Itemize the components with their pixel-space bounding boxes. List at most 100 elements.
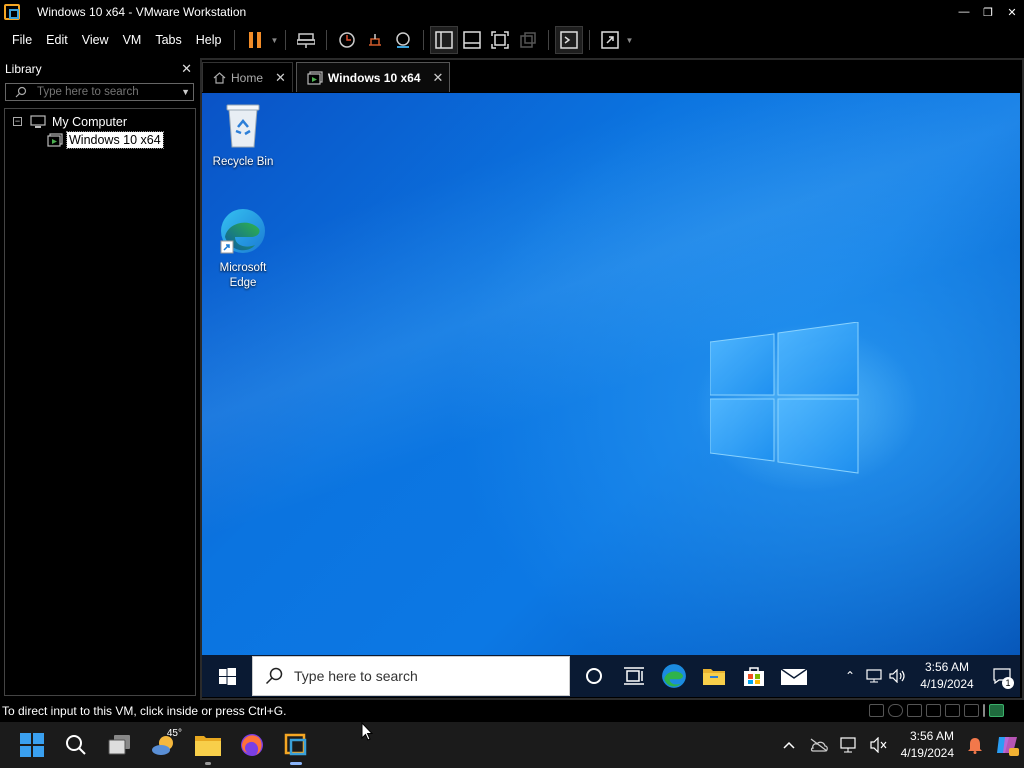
unity-button[interactable]	[514, 26, 542, 54]
revert-snapshot-button[interactable]	[361, 26, 389, 54]
full-screen-button[interactable]	[486, 26, 514, 54]
close-tab-icon[interactable]: ✕	[433, 70, 444, 86]
vm-icon	[307, 70, 323, 85]
host-firefox-button[interactable]	[230, 722, 274, 768]
guest-clock[interactable]: 3:56 AM 4/19/2024	[916, 659, 978, 693]
menu-view[interactable]: View	[75, 24, 116, 56]
collapse-icon[interactable]: −	[13, 117, 22, 126]
tab-windows-10-x64[interactable]: Windows 10 x64 ✕	[295, 62, 451, 92]
menu-help[interactable]: Help	[189, 24, 229, 56]
host-clock[interactable]: 3:56 AM 4/19/2024	[894, 728, 954, 762]
guest-start-button[interactable]	[202, 655, 252, 697]
menu-tabs[interactable]: Tabs	[148, 24, 188, 56]
stretch-dropdown-caret[interactable]: ▼	[624, 26, 634, 54]
guest-search-box[interactable]: Type here to search	[252, 656, 570, 696]
unity-icon	[520, 32, 537, 48]
tree-item-label: Windows 10 x64	[66, 130, 164, 149]
host-time: 3:56 AM	[909, 729, 954, 743]
taskbar-store-button[interactable]	[734, 655, 774, 697]
weather-widget-button[interactable]: 45°	[142, 722, 186, 768]
volume-icon[interactable]	[886, 655, 910, 697]
window-controls: — ❐ ✕	[952, 0, 1024, 24]
mouse-cursor-icon	[361, 722, 373, 741]
full-screen-icon	[491, 31, 510, 49]
show-hidden-icons-chevron-icon[interactable]: ⌃	[838, 655, 862, 697]
snapshot-button[interactable]	[333, 26, 361, 54]
toolbar-divider	[234, 30, 236, 50]
copilot-icon	[997, 737, 1019, 756]
taskbar-mail-button[interactable]	[774, 655, 814, 697]
vmware-app-icon	[4, 4, 20, 20]
close-tab-icon[interactable]: ✕	[275, 70, 286, 86]
desktop-icon-recycle-bin[interactable]: Recycle Bin	[208, 101, 278, 170]
show-library-button[interactable]	[430, 26, 459, 54]
taskbar-edge-button[interactable]	[654, 655, 694, 697]
recycle-bin-icon	[226, 104, 260, 148]
menu-edit[interactable]: Edit	[39, 24, 75, 56]
thumbnail-bar-button[interactable]	[458, 26, 486, 54]
menu-file[interactable]: File	[0, 24, 39, 56]
message-log-icon[interactable]	[989, 704, 1004, 717]
console-view-button[interactable]	[555, 26, 584, 54]
guest-desktop[interactable]: Recycle Bin Microsoft Edge	[202, 93, 1020, 655]
weather-temperature: 45°	[166, 728, 182, 739]
maximize-button[interactable]: ❐	[976, 0, 1000, 24]
speaker-icon	[889, 669, 905, 683]
thumbnail-bar-icon	[463, 31, 482, 49]
folder-icon	[703, 669, 725, 685]
menu-vm[interactable]: VM	[116, 24, 149, 56]
minimize-button[interactable]: —	[952, 0, 976, 24]
power-dropdown-caret[interactable]: ▼	[269, 26, 279, 54]
pause-button[interactable]	[241, 26, 269, 54]
guest-taskbar: Type here to search ⌃ 3:56 AM 4/19/2024 …	[202, 655, 1020, 697]
sound-card-icon[interactable]	[964, 704, 979, 717]
send-ctrl-alt-del-button[interactable]	[292, 26, 320, 54]
store-bag-icon	[744, 667, 764, 686]
stretch-guest-button[interactable]	[596, 26, 624, 54]
host-start-button[interactable]	[10, 722, 54, 768]
tab-home[interactable]: Home ✕	[202, 62, 293, 92]
library-search-input[interactable]	[37, 86, 177, 98]
host-vmware-button[interactable]	[274, 722, 318, 768]
search-dropdown-icon[interactable]: ▼	[181, 87, 190, 97]
usb-icon[interactable]	[945, 704, 960, 717]
snapshot-manager-button[interactable]	[389, 26, 417, 54]
task-view-button[interactable]	[614, 655, 654, 697]
toolbar-divider	[285, 30, 287, 50]
onedrive-icon[interactable]	[804, 722, 834, 768]
host-date: 4/19/2024	[900, 746, 954, 760]
toolbar-divider	[548, 30, 550, 50]
host-notifications-button[interactable]	[960, 722, 990, 768]
tree-item-my-computer[interactable]: − My Computer	[13, 113, 129, 130]
desktop-icon-microsoft-edge[interactable]: Microsoft Edge	[208, 207, 278, 291]
task-view-icon	[624, 667, 644, 685]
windows-logo-wallpaper	[710, 322, 859, 474]
host-network-icon[interactable]	[834, 722, 864, 768]
hard-disk-icon[interactable]	[869, 704, 884, 717]
show-hidden-icons-chevron-icon[interactable]	[774, 722, 804, 768]
host-volume-icon[interactable]	[864, 722, 894, 768]
floppy-icon[interactable]	[907, 704, 922, 717]
tab-label: Windows 10 x64	[327, 70, 421, 85]
device-status-icons	[869, 704, 1004, 717]
host-task-view-button[interactable]	[98, 722, 142, 768]
cortana-button[interactable]	[574, 655, 614, 697]
copilot-button[interactable]	[990, 722, 1024, 768]
network-adapter-icon[interactable]	[926, 704, 941, 717]
library-close-icon[interactable]: ✕	[181, 61, 192, 77]
library-search-box[interactable]: ▼	[5, 83, 194, 101]
host-file-explorer-button[interactable]	[186, 722, 230, 768]
tree-item-windows-10-x64[interactable]: Windows 10 x64	[47, 130, 164, 149]
library-header: Library ✕	[0, 58, 198, 80]
close-button[interactable]: ✕	[1000, 0, 1024, 24]
taskbar-file-explorer-button[interactable]	[694, 655, 734, 697]
host-search-button[interactable]	[54, 722, 98, 768]
bell-icon	[968, 738, 982, 754]
network-icon[interactable]	[862, 655, 886, 697]
cd-dvd-icon[interactable]	[888, 704, 903, 717]
host-system-tray: 3:56 AM 4/19/2024	[774, 722, 1024, 768]
home-icon	[213, 71, 226, 84]
library-tree: − My Computer Windows 10 x64	[4, 108, 196, 696]
action-center-button[interactable]: 1	[984, 655, 1020, 697]
keyboard-send-icon	[297, 33, 316, 48]
